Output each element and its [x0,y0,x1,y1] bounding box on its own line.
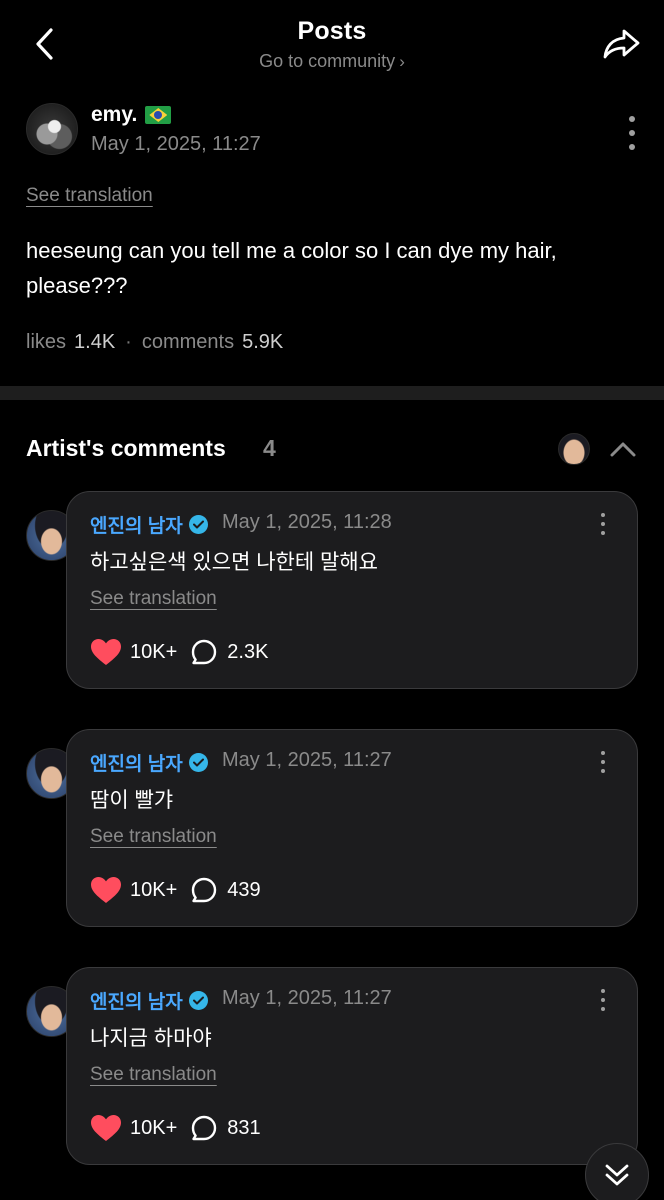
likes-count: 1.4K [74,331,116,353]
comment-reply-count: 439 [227,878,261,901]
go-to-community-link[interactable]: Go to community › [0,51,664,72]
comment-reply-count: 831 [227,1116,261,1139]
comment-reactions: 10K+ 831 [90,1114,261,1142]
comment-bubble-icon[interactable] [191,877,217,903]
dot-icon [629,144,635,150]
dot-icon [601,513,605,517]
dot-icon [601,522,605,526]
comment-like-count: 10K+ [130,640,178,663]
artist-comment-card: 엔진의 남자 May 1, 2025, 11:27 땀이 빨갸 See tran… [66,729,638,927]
section-divider [0,386,664,400]
post-stats: likes 1.4K · comments 5.9K [26,331,283,354]
comment-reactions: 10K+ 2.3K [90,638,268,666]
comment-author[interactable]: 엔진의 남자 [90,511,208,538]
chevron-right-icon: › [399,52,405,71]
comment-author-name: 엔진의 남자 [90,754,183,775]
artist-comment-card: 엔진의 남자 May 1, 2025, 11:28 하고싶은색 있으면 나한테 … [66,491,638,689]
comment-author-name: 엔진의 남자 [90,992,183,1013]
comment-more-options-button[interactable] [597,513,609,535]
comment-bubble-icon[interactable] [191,639,217,665]
dot-icon [601,531,605,535]
comment-like-count: 10K+ [130,1116,178,1139]
heart-icon[interactable] [90,638,122,666]
comment-more-options-button[interactable] [597,989,609,1011]
dot-icon [601,998,605,1002]
comment-reply-count: 2.3K [227,640,269,663]
heart-icon[interactable] [90,1114,122,1142]
comment-author-name: 엔진의 남자 [90,516,183,537]
dot-icon [601,989,605,993]
comment-bubble-icon[interactable] [191,1115,217,1141]
stats-separator: · [125,331,132,353]
comment-text: 땀이 빨갸 [90,789,174,812]
post-body: heeseung can you tell me a color so I ca… [26,238,557,298]
artist-comments-avatar [558,433,590,465]
verified-badge-icon [188,753,208,772]
dot-icon [629,130,635,136]
comment-author[interactable]: 엔진의 남자 [90,987,208,1014]
dot-icon [629,116,635,122]
collapse-artist-comments-button[interactable] [606,434,640,464]
artist-comments-count: 4 [263,435,276,461]
comments-count: 5.9K [242,331,284,353]
page-title: Posts [297,17,367,45]
post-date: May 1, 2025, 11:27 [91,133,261,155]
comment-reactions: 10K+ 439 [90,876,261,904]
verified-badge-icon [188,515,208,534]
post-more-options-button[interactable] [620,116,644,150]
comment-like-count: 10K+ [130,878,178,901]
heart-icon[interactable] [90,876,122,904]
double-chevron-down-icon [605,1164,629,1186]
comment-author[interactable]: 엔진의 남자 [90,749,208,776]
go-to-community-label: Go to community [259,51,396,71]
share-arrow-icon [603,29,640,59]
artist-comment-card: 엔진의 남자 May 1, 2025, 11:27 나지금 하마야 See tr… [66,967,638,1165]
share-button[interactable] [598,22,646,66]
comment-see-translation-link[interactable]: See translation [90,826,217,848]
comment-see-translation-link[interactable]: See translation [90,1064,217,1086]
comments-label: comments [141,331,235,353]
dot-icon [601,751,605,755]
comment-see-translation-link[interactable]: See translation [90,588,217,610]
top-bar: Posts Go to community › [0,0,664,80]
brazil-flag-icon [145,106,172,124]
likes-label: likes [26,331,67,353]
chevron-up-icon [610,442,636,457]
post-author-avatar[interactable] [26,103,78,155]
comment-date: May 1, 2025, 11:27 [222,987,392,1009]
post-author[interactable]: emy. [91,103,172,127]
comment-date: May 1, 2025, 11:28 [222,511,392,533]
comment-date: May 1, 2025, 11:27 [222,749,392,771]
dot-icon [601,769,605,773]
dot-icon [601,1007,605,1011]
comment-text: 하고싶은색 있으면 나한테 말해요 [90,551,378,574]
verified-badge-icon [188,991,208,1010]
dot-icon [601,760,605,764]
post-see-translation-link[interactable]: See translation [26,185,153,207]
scroll-to-bottom-button[interactable] [585,1143,649,1200]
comment-text: 나지금 하마야 [90,1027,212,1050]
post-author-name: emy. [91,103,138,126]
artist-comments-title: Artist's comments [26,435,226,461]
comment-more-options-button[interactable] [597,751,609,773]
